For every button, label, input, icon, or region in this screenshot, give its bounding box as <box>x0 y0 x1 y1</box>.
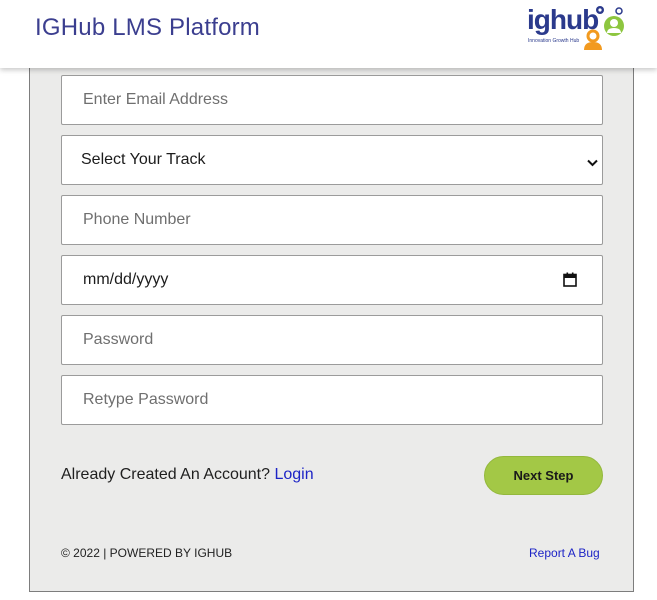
retype-password-field[interactable]: Retype Password <box>61 375 603 425</box>
retype-password-placeholder: Retype Password <box>83 391 209 408</box>
app-title: IGHub LMS Platform <box>35 14 261 41</box>
password-placeholder: Password <box>83 331 154 348</box>
logo-wordmark: ighub <box>527 4 598 35</box>
account-prompt-row: Already Created An Account? Login <box>61 466 314 484</box>
ighub-logo[interactable]: ighub Innovation Growth Hub <box>526 2 632 50</box>
phone-field[interactable]: Phone Number <box>61 195 603 245</box>
chevron-down-icon <box>587 154 598 172</box>
login-link[interactable]: Login <box>274 466 313 483</box>
logo-tagline: Innovation Growth Hub <box>528 38 579 44</box>
track-select[interactable]: Select Your Track <box>61 135 603 185</box>
password-field[interactable]: Password <box>61 315 603 365</box>
date-of-birth-field[interactable]: mm/dd/yyyy <box>61 255 603 305</box>
track-selected-value: Select Your Track <box>81 151 206 168</box>
report-bug-link[interactable]: Report A Bug <box>529 546 600 560</box>
next-step-button[interactable]: Next Step <box>484 456 603 495</box>
page-gutter <box>634 68 657 600</box>
calendar-icon[interactable] <box>563 272 577 292</box>
date-placeholder: mm/dd/yyyy <box>83 271 169 288</box>
email-placeholder: Enter Email Address <box>83 91 228 108</box>
email-field[interactable]: Enter Email Address <box>61 75 603 125</box>
footer-copyright: © 2022 | POWERED BY IGHUB <box>61 546 233 560</box>
phone-placeholder: Phone Number <box>83 211 191 228</box>
app-header: IGHub LMS Platform ighub Innovation Grow… <box>0 0 657 68</box>
account-prompt: Already Created An Account? <box>61 466 271 483</box>
